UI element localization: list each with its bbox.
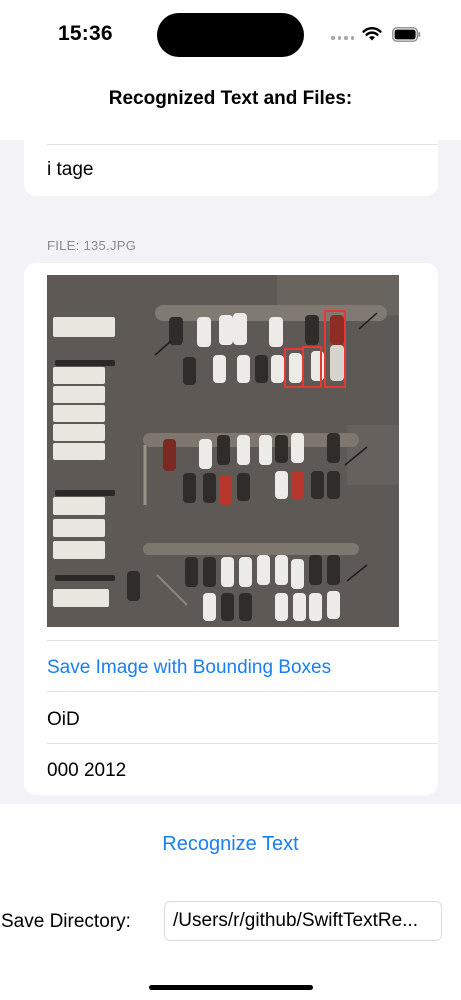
recognized-text-row: 000 2012 (47, 760, 127, 781)
row-divider (47, 743, 438, 744)
wifi-icon (362, 27, 382, 41)
dynamic-island (157, 13, 304, 57)
save-directory-label: Save Directory: (1, 911, 131, 932)
row-divider (47, 640, 438, 641)
file-result-card: Save Image with Bounding Boxes OiD 000 2… (24, 263, 438, 795)
row-divider (47, 144, 438, 145)
page-title: Recognized Text and Files: (108, 88, 353, 109)
recognized-results-list[interactable]: i tage FILE: 135.JPG Save Image with Bou… (0, 140, 461, 804)
status-bar: 15:36 (0, 0, 461, 70)
text-result-card: i tage (24, 140, 438, 196)
recognize-text-button[interactable]: Recognize Text (0, 833, 461, 856)
recognized-text-row: OiD (47, 709, 80, 730)
row-divider (47, 691, 438, 692)
parking-lot-image (47, 275, 399, 627)
battery-icon (392, 27, 421, 42)
save-directory-field[interactable]: /Users/r/github/SwiftTextRe... (164, 901, 442, 941)
status-time: 15:36 (58, 22, 113, 45)
save-image-button[interactable]: Save Image with Bounding Boxes (47, 657, 331, 679)
cellular-dots-icon (331, 36, 354, 40)
file-section-header: FILE: 135.JPG (47, 238, 137, 253)
recognized-text-row: i tage (47, 159, 94, 180)
home-indicator (149, 985, 313, 990)
